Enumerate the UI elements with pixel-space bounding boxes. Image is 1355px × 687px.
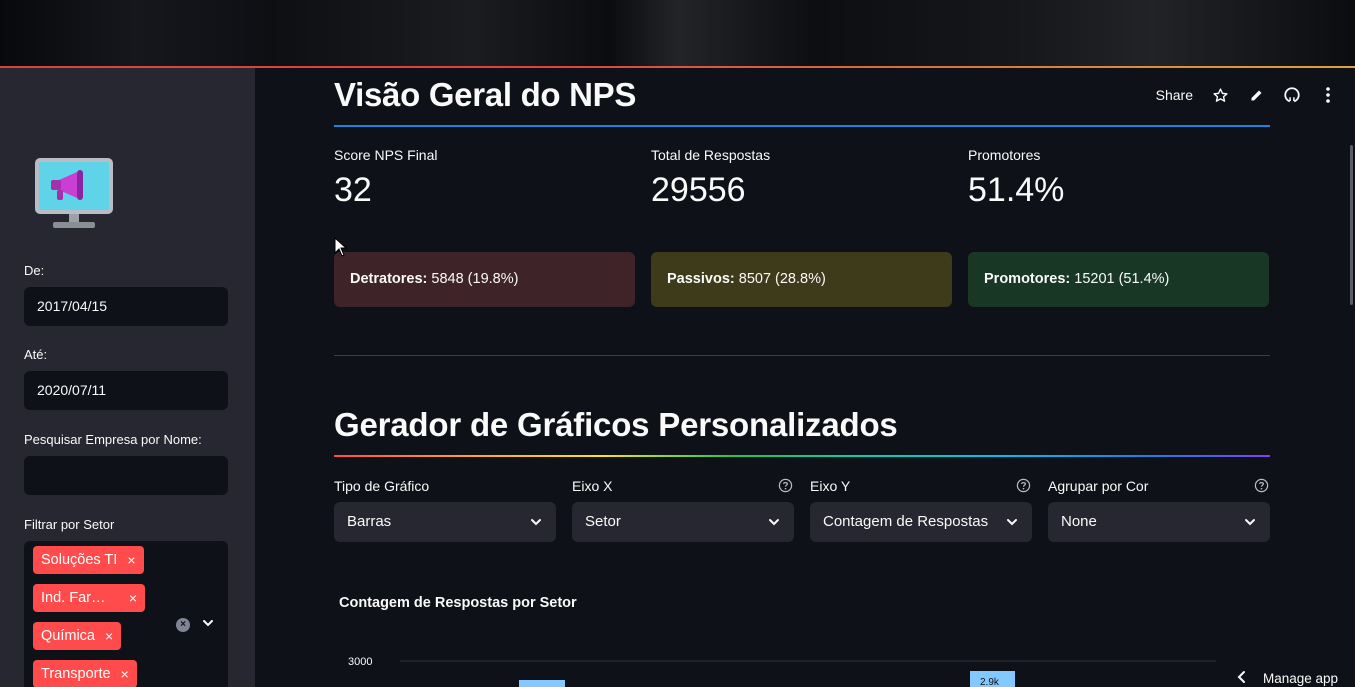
metric-value: 51.4%: [968, 171, 1065, 209]
y-axis-value: Contagem de Respostas: [823, 513, 989, 530]
manage-app-label: Manage app: [1263, 671, 1339, 686]
chevron-down-icon[interactable]: [201, 616, 215, 635]
bar: [519, 680, 565, 687]
sector-tag-label: Soluções TI: [41, 552, 118, 568]
from-date-input[interactable]: 2017/04/15: [24, 287, 228, 326]
help-icon[interactable]: [1254, 478, 1269, 493]
metric-value: 32: [334, 171, 372, 209]
detractors-value: 5848 (19.8%): [431, 271, 519, 287]
sector-multiselect[interactable]: Soluções TI × Ind. Far… × Química × Tran…: [24, 541, 228, 687]
chevron-left-icon: [1237, 670, 1247, 687]
color-group-value: None: [1061, 513, 1097, 530]
passives-label: Passivos:: [667, 271, 735, 287]
sector-tag[interactable]: Transporte ×: [33, 660, 137, 687]
y-axis-select[interactable]: Contagem de Respostas: [810, 502, 1032, 542]
promoters-card: Promotores: 15201 (51.4%): [968, 252, 1269, 307]
chart-type-select[interactable]: Barras: [334, 502, 556, 542]
chevron-down-icon: [529, 516, 543, 533]
blurred-header-band: [0, 0, 1355, 67]
promoters-label: Promotores:: [984, 271, 1071, 287]
color-group-label: Agrupar por Cor: [1048, 478, 1149, 494]
to-date-input[interactable]: 2020/07/11: [24, 371, 228, 410]
metric-label: Total de Respostas: [651, 147, 771, 163]
detractors-card: Detratores: 5848 (19.8%): [334, 252, 635, 307]
chart-title: Contagem de Respostas por Setor: [339, 595, 577, 611]
chevron-down-icon: [1243, 516, 1257, 533]
manage-app-button[interactable]: Manage app: [1237, 670, 1338, 687]
chart-type-label: Tipo de Gráfico: [334, 478, 430, 494]
main-content: Visão Geral do NPS Share Score NPS Final…: [255, 68, 1355, 687]
metric-label: Promotores: [968, 147, 1041, 163]
company-search-label: Pesquisar Empresa por Nome:: [24, 432, 202, 447]
remove-tag-icon[interactable]: ×: [121, 666, 129, 682]
edit-icon[interactable]: [1247, 86, 1265, 104]
x-axis-label: Eixo X: [572, 478, 613, 494]
metric-value: 29556: [651, 171, 746, 209]
chevron-down-icon: [1005, 516, 1019, 533]
sector-tag-label: Química: [41, 628, 95, 644]
sector-tag-label: Transporte: [41, 666, 111, 682]
x-axis-value: Setor: [585, 513, 621, 530]
more-menu-icon[interactable]: [1319, 86, 1337, 104]
sidebar: De: 2017/04/15 Até: 2020/07/11 Pesquisar…: [0, 68, 255, 687]
title-divider: [334, 125, 1270, 127]
to-date-label: Até:: [24, 347, 48, 362]
page-title: Visão Geral do NPS: [334, 76, 637, 113]
sector-filter-label: Filtrar por Setor: [24, 517, 115, 532]
passives-card: Passivos: 8507 (28.8%): [651, 252, 952, 307]
chart-type-value: Barras: [347, 513, 392, 530]
sector-tag[interactable]: Ind. Far… ×: [33, 584, 145, 612]
star-icon[interactable]: [1211, 86, 1229, 104]
passives-value: 8507 (28.8%): [738, 271, 826, 287]
sector-tag[interactable]: Soluções TI ×: [33, 546, 144, 574]
chevron-down-icon: [767, 516, 781, 533]
share-button[interactable]: Share: [1156, 87, 1193, 103]
sector-tag[interactable]: Química ×: [33, 622, 122, 650]
detractors-label: Detratores:: [350, 271, 428, 287]
app-toolbar: Share: [1156, 86, 1337, 104]
color-group-select[interactable]: None: [1048, 502, 1270, 542]
bar-chart: 3000 2.9k: [334, 648, 1270, 687]
mouse-cursor-icon: [334, 236, 348, 262]
nps-monitor-megaphone-icon: [33, 156, 117, 232]
clear-all-icon[interactable]: ×: [176, 618, 190, 632]
remove-tag-icon[interactable]: ×: [105, 628, 113, 644]
section-title: Gerador de Gráficos Personalizados: [334, 406, 898, 443]
rainbow-divider: [334, 455, 1270, 457]
main-scrollbar[interactable]: [1350, 145, 1353, 305]
help-icon[interactable]: [778, 478, 793, 493]
from-date-label: De:: [24, 263, 45, 278]
metric-label: Score NPS Final: [334, 147, 438, 163]
sector-tag-label: Ind. Far…: [41, 590, 106, 606]
bar-data-label: 2.9k: [980, 677, 1000, 687]
remove-tag-icon[interactable]: ×: [127, 552, 135, 568]
y-tick-label: 3000: [348, 656, 372, 668]
github-icon[interactable]: [1283, 86, 1301, 104]
promoters-value: 15201 (51.4%): [1074, 271, 1170, 287]
company-search-input[interactable]: [24, 456, 228, 495]
y-axis-label: Eixo Y: [810, 478, 851, 494]
section-divider: [334, 355, 1270, 356]
x-axis-select[interactable]: Setor: [572, 502, 794, 542]
remove-tag-icon[interactable]: ×: [129, 590, 137, 606]
help-icon[interactable]: [1016, 478, 1031, 493]
